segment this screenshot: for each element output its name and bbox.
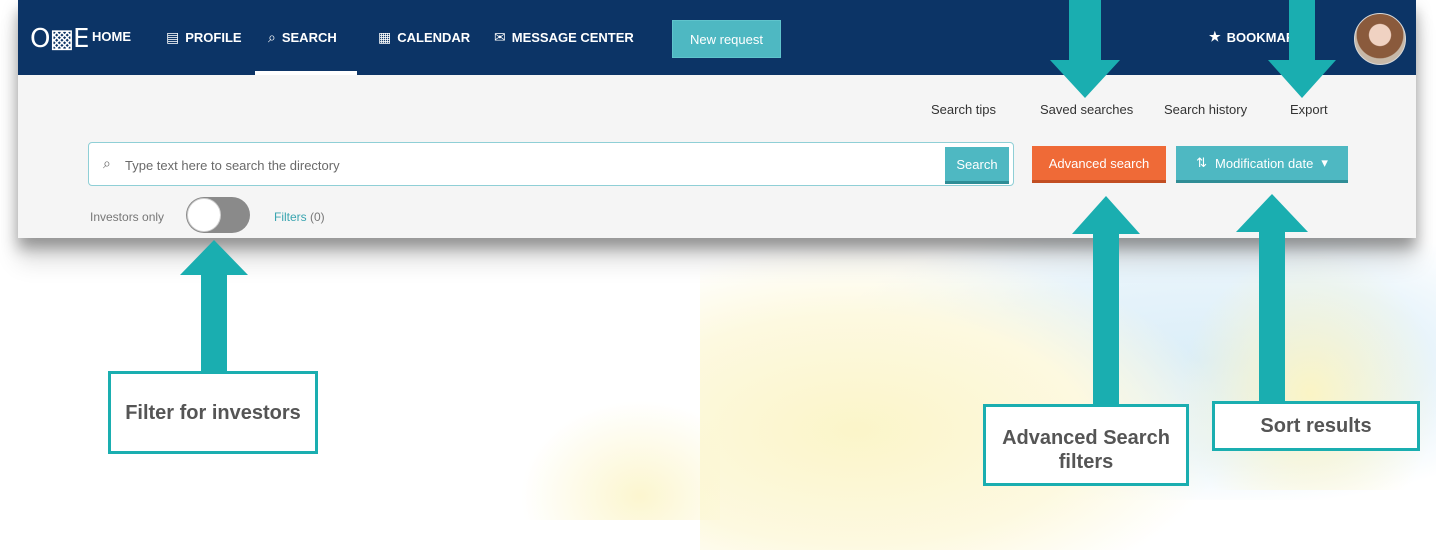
investors-only-toggle[interactable] — [186, 197, 250, 233]
search-tips-link[interactable]: Search tips — [931, 102, 996, 117]
filters-link[interactable]: Filters (0) — [274, 210, 325, 224]
search-input[interactable] — [123, 151, 927, 179]
logo[interactable]: O▩E — [30, 24, 89, 54]
nav-search[interactable]: ⌕ SEARCH — [268, 29, 337, 46]
filters-label: Filters — [274, 210, 307, 224]
search-button[interactable]: Search — [945, 147, 1009, 181]
background-decoration — [1180, 250, 1436, 490]
saved-searches-link[interactable]: Saved searches — [1040, 102, 1133, 117]
top-navbar: O▩E HOME ▤ PROFILE ⌕ SEARCH ▦ CALENDAR ✉… — [18, 0, 1416, 75]
sort-dropdown[interactable]: ⇅ Modification date ▾ — [1176, 146, 1348, 180]
nav-calendar[interactable]: ▦ CALENDAR — [378, 29, 470, 46]
new-request-button[interactable]: New request — [672, 20, 781, 58]
advanced-search-button[interactable]: Advanced search — [1032, 146, 1166, 180]
profile-icon: ▤ — [166, 29, 180, 45]
callout-advanced-search: Advanced Search filters — [983, 404, 1189, 486]
background-decoration — [700, 250, 1220, 550]
nav-profile[interactable]: ▤ PROFILE — [166, 29, 242, 46]
investors-only-label: Investors only — [90, 210, 165, 224]
avatar[interactable] — [1354, 13, 1406, 65]
active-tab-indicator — [255, 71, 357, 75]
mail-icon: ✉ — [494, 29, 506, 45]
search-box: ⌕ Search — [88, 142, 1014, 186]
chevron-down-icon: ▾ — [1321, 155, 1328, 170]
filters-count: (0) — [310, 210, 325, 224]
nav-calendar-label: CALENDAR — [397, 30, 471, 45]
calendar-icon: ▦ — [378, 29, 392, 45]
nav-search-label: SEARCH — [281, 30, 337, 45]
nav-message-center-label: MESSAGE CENTER — [511, 30, 634, 45]
app-window: O▩E HOME ▤ PROFILE ⌕ SEARCH ▦ CALENDAR ✉… — [18, 0, 1416, 238]
sort-icon: ⇅ — [1196, 155, 1208, 170]
nav-home[interactable]: HOME — [92, 29, 131, 44]
search-history-link[interactable]: Search history — [1164, 102, 1247, 117]
nav-message-center[interactable]: ✉ MESSAGE CENTER — [494, 29, 634, 46]
star-icon: ★ — [1209, 29, 1221, 44]
nav-profile-label: PROFILE — [185, 30, 242, 45]
toggle-knob — [187, 198, 221, 232]
callout-investors: Filter for investors — [108, 371, 318, 454]
callout-sort: Sort results — [1212, 401, 1420, 451]
nav-home-label: HOME — [92, 29, 131, 44]
export-link[interactable]: Export — [1290, 102, 1328, 117]
search-icon: ⌕ — [103, 155, 111, 171]
background-decoration — [520, 400, 720, 520]
sort-label: Modification date — [1215, 155, 1314, 171]
search-icon: ⌕ — [268, 29, 276, 45]
